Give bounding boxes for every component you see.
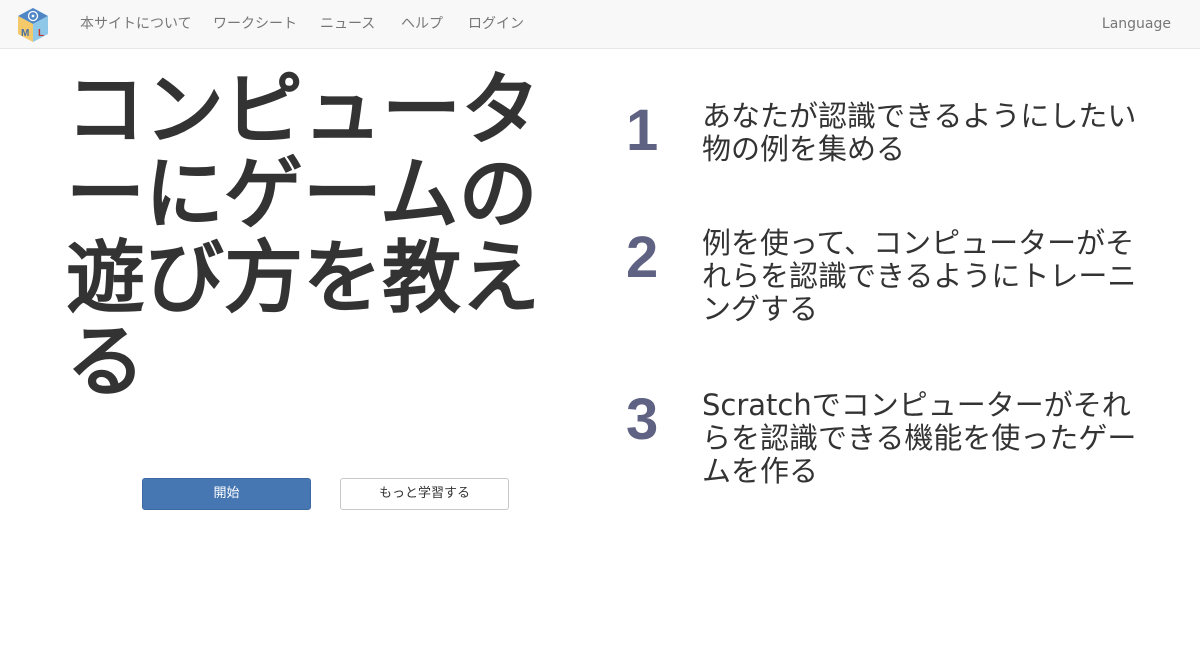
nav-link-worksheets[interactable]: ワークシート bbox=[213, 15, 297, 33]
nav-link-news[interactable]: ニュース bbox=[320, 15, 375, 33]
logo-letter-m: M bbox=[21, 28, 29, 39]
language-menu[interactable]: Language bbox=[1102, 15, 1171, 33]
hero-title: コンピューターにゲームの遊び方を教える bbox=[66, 64, 540, 408]
machine-learning-logo-icon[interactable]: M L bbox=[16, 6, 50, 44]
step-number-1: 1 bbox=[626, 98, 659, 163]
step-text-3: Scratchでコンピューターがそれらを認識できる機能を使ったゲームを作る bbox=[702, 388, 1137, 488]
step-text-1: あなたが認識できるようにしたい物の例を集める bbox=[702, 99, 1137, 166]
step-number-3: 3 bbox=[626, 387, 659, 452]
nav-link-about[interactable]: 本サイトについて bbox=[80, 15, 192, 33]
start-button[interactable]: 開始 bbox=[142, 478, 311, 510]
top-navbar: M L 本サイトについて ワークシート ニュース ヘルプ ログイン Langua… bbox=[0, 0, 1200, 49]
nav-link-login[interactable]: ログイン bbox=[468, 15, 524, 33]
step-number-2: 2 bbox=[626, 225, 659, 290]
learn-more-button[interactable]: もっと学習する bbox=[340, 478, 509, 510]
nav-link-help[interactable]: ヘルプ bbox=[401, 15, 443, 33]
step-text-2: 例を使って、コンピューターがそれらを認識できるようにトレーニングする bbox=[702, 226, 1137, 326]
logo-letter-l: L bbox=[38, 28, 44, 39]
